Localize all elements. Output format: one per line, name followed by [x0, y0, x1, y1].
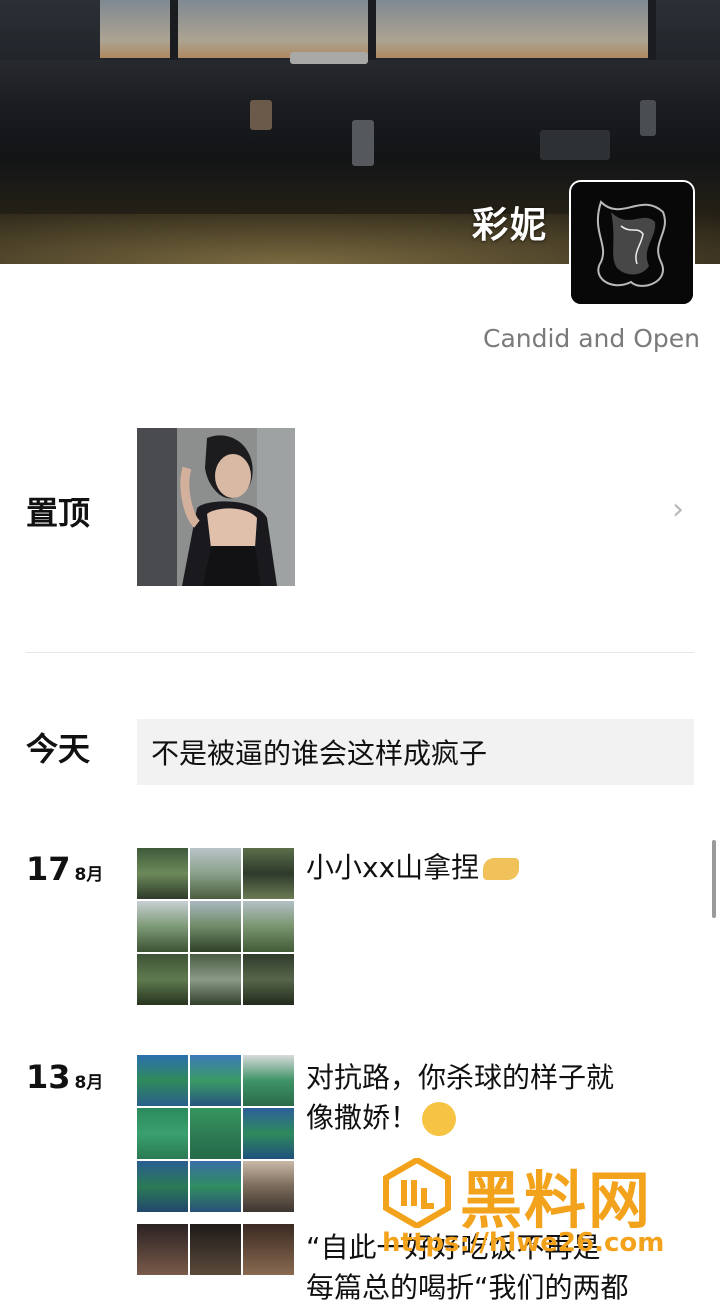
watermark-title: 黑料网: [460, 1164, 653, 1237]
grid-photo[interactable]: [190, 1161, 241, 1212]
cover-window-right: [376, 0, 648, 58]
chevron-right-icon[interactable]: ›: [672, 492, 684, 527]
cover-window-center: [178, 0, 368, 58]
grid-photo[interactable]: [137, 1108, 188, 1159]
today-label: 今天: [26, 730, 91, 768]
grid-photo[interactable]: [137, 901, 188, 952]
grid-photo[interactable]: [137, 1055, 188, 1106]
watermark-url: https://hlwe26.com: [382, 1228, 665, 1258]
post-text-line: 像撒娇！: [306, 1098, 614, 1138]
today-text-post[interactable]: 不是被逼的谁会这样成疯子: [137, 719, 694, 785]
pinned-label: 置顶: [26, 494, 91, 532]
grid-photo[interactable]: [137, 1161, 188, 1212]
post-text-line: 对抗路，你杀球的样子就: [306, 1061, 615, 1094]
grid-photo[interactable]: [190, 848, 241, 899]
grid-photo[interactable]: [243, 1161, 294, 1212]
cover-cup: [250, 100, 272, 130]
watermark: 黑料网 https://hlwe26.com: [372, 1150, 712, 1270]
post-date-month: 8月: [74, 865, 104, 885]
cover-bottle: [640, 100, 656, 136]
grid-photo[interactable]: [137, 1224, 188, 1275]
post-date: 17 8月: [26, 850, 103, 888]
post-text[interactable]: 对抗路，你杀球的样子就 像撒娇！: [306, 1058, 614, 1138]
grid-photo[interactable]: [190, 1108, 241, 1159]
post-text-content: 小小xx山拿捏: [306, 851, 480, 884]
watermark-logo-icon: [383, 1158, 451, 1228]
grid-photo[interactable]: [243, 1108, 294, 1159]
grid-photo[interactable]: [243, 848, 294, 899]
post-date: 13 8月: [26, 1058, 103, 1096]
post-text-line: 每篇总的喝折“我们的两都: [306, 1271, 629, 1304]
post-photo-grid[interactable]: [137, 848, 294, 1005]
grid-photo[interactable]: [243, 1224, 294, 1275]
divider: [26, 652, 694, 653]
scrollbar[interactable]: [712, 840, 716, 918]
post-date-day: 13: [26, 1058, 71, 1096]
cover-glass: [352, 120, 374, 166]
grid-photo[interactable]: [243, 954, 294, 1005]
post-text[interactable]: 小小xx山拿捏: [306, 848, 520, 888]
avatar-art-icon: [571, 182, 693, 304]
grid-photo[interactable]: [190, 901, 241, 952]
post-photo-grid-2[interactable]: [137, 1224, 294, 1275]
avatar[interactable]: [571, 182, 693, 304]
grid-photo[interactable]: [137, 954, 188, 1005]
profile-name: 彩妮: [471, 205, 548, 246]
cover-bag: [540, 130, 610, 160]
grid-photo[interactable]: [190, 1224, 241, 1275]
post-date-month: 8月: [74, 1073, 104, 1093]
cover-book: [290, 52, 368, 64]
pinned-photo-image: [137, 428, 295, 586]
pinching-hand-icon: [483, 858, 520, 880]
grid-photo[interactable]: [190, 1055, 241, 1106]
profile-signature: Candid and Open: [482, 324, 700, 353]
grid-photo[interactable]: [243, 901, 294, 952]
cover-window-left: [100, 0, 170, 58]
post-date-day: 17: [26, 850, 71, 888]
post-photo-grid[interactable]: [137, 1055, 294, 1212]
face-emoji-icon: [422, 1102, 457, 1136]
grid-photo[interactable]: [137, 848, 188, 899]
grid-photo[interactable]: [243, 1055, 294, 1106]
post-text-line-content: 像撒娇！: [306, 1101, 419, 1134]
pinned-photo[interactable]: [137, 428, 295, 586]
grid-photo[interactable]: [190, 954, 241, 1005]
